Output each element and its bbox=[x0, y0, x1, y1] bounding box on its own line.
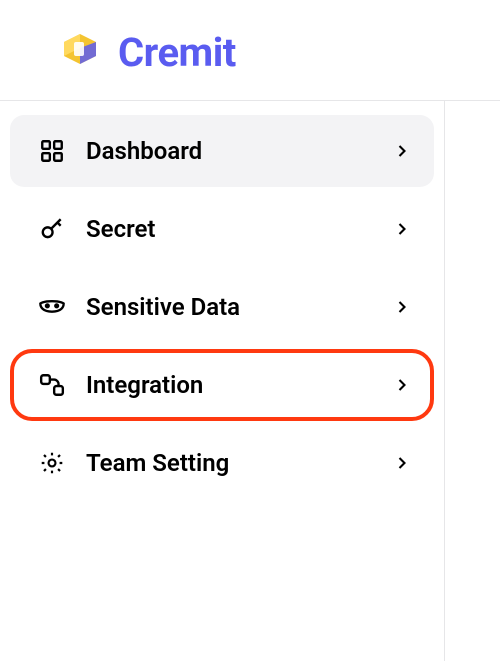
key-icon bbox=[38, 215, 66, 243]
chevron-right-icon bbox=[392, 297, 412, 317]
dashboard-icon bbox=[38, 137, 66, 165]
mask-icon bbox=[38, 293, 66, 321]
chevron-right-icon bbox=[392, 141, 412, 161]
sidebar-item-secret[interactable]: Secret bbox=[10, 193, 434, 265]
sidebar-item-label: Secret bbox=[86, 215, 372, 243]
sidebar-item-sensitive-data[interactable]: Sensitive Data bbox=[10, 271, 434, 343]
sidebar-item-label: Team Setting bbox=[86, 449, 372, 477]
chevron-right-icon bbox=[392, 219, 412, 239]
sidebar-item-label: Integration bbox=[86, 371, 372, 399]
sidebar-item-integration[interactable]: Integration bbox=[10, 349, 434, 421]
logo-icon bbox=[56, 28, 104, 76]
brand-name: Cremit bbox=[118, 29, 236, 76]
chevron-right-icon bbox=[392, 453, 412, 473]
settings-icon bbox=[38, 449, 66, 477]
integration-icon bbox=[38, 371, 66, 399]
sidebar-item-label: Dashboard bbox=[86, 137, 372, 165]
sidebar: Dashboard Secret bbox=[0, 101, 445, 661]
chevron-right-icon bbox=[392, 375, 412, 395]
sidebar-item-label: Sensitive Data bbox=[86, 293, 372, 321]
sidebar-item-dashboard[interactable]: Dashboard bbox=[10, 115, 434, 187]
sidebar-item-team-setting[interactable]: Team Setting bbox=[10, 427, 434, 499]
header: Cremit bbox=[0, 0, 500, 101]
